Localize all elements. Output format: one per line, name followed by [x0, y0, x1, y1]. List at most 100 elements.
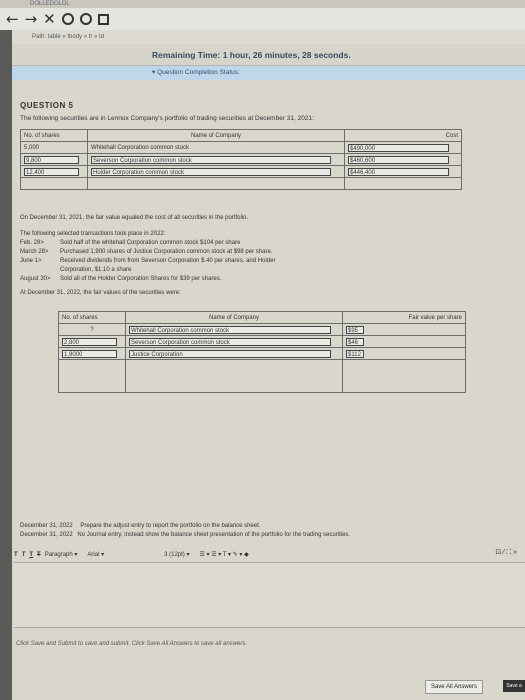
transaction-date: June 1>	[20, 258, 42, 264]
table-row-empty	[20, 177, 462, 190]
dec31-note: At December 31, 2022, the fair values of…	[20, 290, 181, 296]
question-intro: The following securities are in Lennox C…	[20, 115, 314, 122]
browser-toolbar: ← → ✕	[0, 8, 525, 30]
cost-input[interactable]: $490,000	[348, 143, 450, 152]
strikethrough-button[interactable]: T	[37, 552, 41, 558]
paragraph-select[interactable]: Paragraph ▾	[45, 551, 78, 558]
answer-editor[interactable]	[14, 562, 525, 628]
fair-value-table-2022: No. of shares Name of Company Fair value…	[58, 311, 466, 393]
table-cell	[125, 359, 343, 393]
entry-text: Prepare the adjust entry to report the p…	[80, 523, 261, 529]
table-cell: Severson Corporation common stock	[125, 335, 343, 348]
remaining-time: Remaining Time: 1 hour, 26 minutes, 28 s…	[12, 44, 525, 66]
table-cell: 2,800	[58, 335, 126, 348]
securities-table-2021: No. of shares Name of Company Cost 5,000…	[20, 129, 462, 190]
list-icons[interactable]: ☰ ▾ ☰ ▾ T ▾ ✎ ▾ ◆	[199, 551, 248, 558]
entry-date: December 31, 2022	[20, 532, 73, 538]
question-completion-status[interactable]: ▾ Question Completion Status:	[12, 66, 525, 80]
table-cell: 9,800	[20, 153, 88, 166]
back-arrow-icon[interactable]: ←	[6, 10, 19, 28]
table-cell	[20, 177, 88, 190]
table-header-cell: Fair value per share	[342, 311, 466, 324]
reload-icon[interactable]	[61, 13, 74, 25]
company-input[interactable]: Holder Corporation common stock	[91, 167, 331, 176]
table-cell: $112	[342, 347, 466, 360]
close-icon[interactable]: ✕	[43, 10, 56, 28]
table-cell: Severson Corporation common stock	[87, 153, 345, 166]
italic-button[interactable]: T	[22, 552, 26, 558]
font-size-select[interactable]: 3 (12pt) ▾	[164, 551, 189, 558]
table-cell: $460,600	[344, 153, 462, 166]
left-dark-edge	[0, 30, 12, 700]
transaction-text: Sold half of the whitehall Corporation c…	[60, 240, 241, 246]
table-cell: Whitehall Corporation common stock	[125, 323, 343, 336]
underline-button[interactable]: T	[29, 552, 33, 558]
table-header-cell: Name of Company	[125, 311, 343, 324]
table-header-cell: Cost	[344, 129, 462, 142]
table-row: 2,800 Severson Corporation common stock …	[58, 335, 466, 348]
save-instructions: Click Save and Submit to save and submit…	[16, 641, 247, 647]
table-cell: $95	[342, 323, 466, 336]
table-row: 12,400 Holder Corporation common stock $…	[20, 165, 462, 178]
entry-date: December 31, 2022	[20, 523, 73, 529]
editor-toolbar: T T T T Paragraph ▾ Arial ▾ 3 (12pt) ▾ ☰…	[14, 548, 525, 561]
path-bar: Path: table » tbody » tr » td	[12, 30, 525, 44]
entry-instruction: December 31, 2022 Prepare the adjust ent…	[20, 523, 261, 529]
company-input[interactable]: Severson Corporation common stock	[91, 155, 331, 164]
bold-button[interactable]: T	[14, 552, 18, 558]
transaction-date: Feb. 28>	[20, 240, 44, 246]
transaction-date: March 28>	[20, 249, 49, 255]
table-header-cell: No. of shares	[20, 129, 88, 142]
table-cell: $446,400	[344, 165, 462, 178]
company-input[interactable]: Severson Corporation common stock	[129, 337, 331, 346]
table-cell: Holder Corporation common stock	[87, 165, 345, 178]
table-cell: $46	[342, 335, 466, 348]
table-row: 1,9000 Justice Corporation $112	[58, 347, 466, 360]
shares-input[interactable]: 2,800	[62, 337, 118, 346]
table-row-empty	[58, 359, 466, 393]
shares-input[interactable]: 9,800	[24, 155, 80, 164]
record-icon[interactable]	[79, 13, 92, 25]
browser-top-strip: DOLLEDOLDL	[0, 0, 525, 8]
company-input[interactable]: Justice Corporation	[129, 349, 331, 358]
cost-input[interactable]: $460,600	[348, 155, 450, 164]
font-select[interactable]: Arial ▾	[87, 551, 104, 558]
fair-value-input[interactable]: $112	[346, 349, 364, 358]
shares-input[interactable]: 12,400	[24, 167, 80, 176]
entry-text: No Journal entry, instead show the balan…	[77, 532, 351, 538]
transaction-text: Purchased 1,900 shares of Justice Corpor…	[60, 249, 273, 255]
table-header-row: No. of shares Name of Company Cost	[20, 129, 462, 142]
fair-value-input[interactable]: $95	[346, 325, 364, 334]
table-cell	[342, 359, 466, 393]
fair-value-input[interactable]: $46	[346, 337, 364, 346]
transaction-date: August 30>	[20, 276, 51, 282]
table-row: ? Whitehall Corporation common stock $95	[58, 323, 466, 336]
forward-arrow-icon[interactable]: →	[25, 10, 38, 28]
table-row: 5,000 Whitehall Corporation common stock…	[20, 141, 462, 154]
transactions-intro: The following selected transactions took…	[20, 231, 166, 237]
editor-extra-icons[interactable]: ⊡ ⁄ ⛶ »	[495, 548, 517, 557]
save-all-answers-button[interactable]: Save All Answers	[424, 680, 483, 694]
table-cell: 12,400	[20, 165, 88, 178]
table-cell: 1,9000	[58, 347, 126, 360]
table-row: 9,800 Severson Corporation common stock …	[20, 153, 462, 166]
question-title: QUESTION 5	[20, 101, 74, 110]
transaction-text: Sold all of the Holder Corporation Share…	[60, 276, 222, 282]
table-cell: 5,000	[20, 141, 88, 154]
table-cell: ?	[58, 323, 126, 336]
entry-instruction: December 31, 2022 No Journal entry, inst…	[20, 532, 350, 538]
table-cell: Justice Corporation	[125, 347, 343, 360]
shares-input[interactable]: 1,9000	[62, 349, 118, 358]
fair-value-note: On December 31, 2021, the fair value equ…	[20, 215, 249, 221]
table-header-cell: No. of shares	[58, 311, 126, 324]
page-icon[interactable]	[97, 13, 109, 25]
table-header-cell: Name of Company	[87, 129, 345, 142]
company-input[interactable]: Whitehall Corporation common stock	[129, 325, 331, 334]
table-cell	[344, 177, 462, 190]
table-cell	[87, 177, 345, 190]
save-and-submit-button[interactable]: Save a	[503, 680, 525, 692]
table-header-row: No. of shares Name of Company Fair value…	[58, 311, 466, 324]
transaction-text: Corporation, $1.10 a share	[60, 267, 132, 273]
cost-input[interactable]: $446,400	[348, 167, 450, 176]
table-cell	[58, 359, 126, 393]
